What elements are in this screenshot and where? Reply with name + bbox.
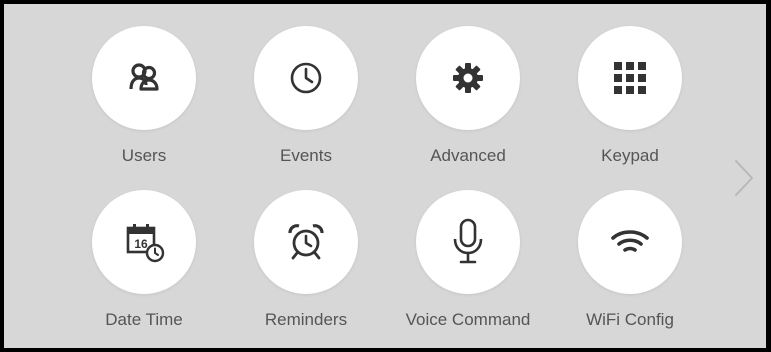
users-button[interactable] <box>92 26 196 130</box>
wifi-config-button[interactable] <box>578 190 682 294</box>
alarm-clock-icon <box>288 224 324 260</box>
menu-item-users[interactable]: Users <box>74 26 214 176</box>
menu-item-wifi-config[interactable]: WiFi Config <box>560 190 700 340</box>
advanced-button[interactable] <box>416 26 520 130</box>
voice-command-label: Voice Command <box>405 310 531 329</box>
menu-item-date-time[interactable]: 16 Date Time <box>74 190 214 340</box>
menu-item-events[interactable]: Events <box>236 26 376 176</box>
users-icon <box>129 63 159 91</box>
date-time-button[interactable]: 16 <box>92 190 196 294</box>
chevron-right-icon <box>735 160 753 196</box>
gear-icon <box>453 63 483 93</box>
reminders-button[interactable] <box>254 190 358 294</box>
wifi-config-label: WiFi Config <box>586 310 674 329</box>
calendar-day-number: 16 <box>134 237 148 251</box>
keypad-icon <box>614 62 646 94</box>
voice-command-button[interactable] <box>416 190 520 294</box>
next-page-button[interactable] <box>732 158 756 198</box>
menu-item-keypad[interactable]: Keypad <box>560 26 700 176</box>
calendar-clock-icon: 16 <box>126 224 165 263</box>
advanced-label: Advanced <box>430 146 506 165</box>
events-label: Events <box>280 146 332 165</box>
settings-menu-screen: Users Events Advanced Keypad 16 Date Tim… <box>4 4 766 348</box>
reminders-label: Reminders <box>264 310 348 329</box>
keypad-label: Keypad <box>601 146 659 165</box>
date-time-label: Date Time <box>105 310 183 329</box>
events-button[interactable] <box>254 26 358 130</box>
users-label: Users <box>121 146 167 165</box>
keypad-button[interactable] <box>578 26 682 130</box>
wifi-icon <box>611 230 649 252</box>
microphone-icon <box>453 218 483 264</box>
menu-item-advanced[interactable]: Advanced <box>398 26 538 176</box>
menu-item-reminders[interactable]: Reminders <box>236 190 376 340</box>
clock-icon <box>290 62 322 94</box>
menu-item-voice-command[interactable]: Voice Command <box>398 190 538 340</box>
